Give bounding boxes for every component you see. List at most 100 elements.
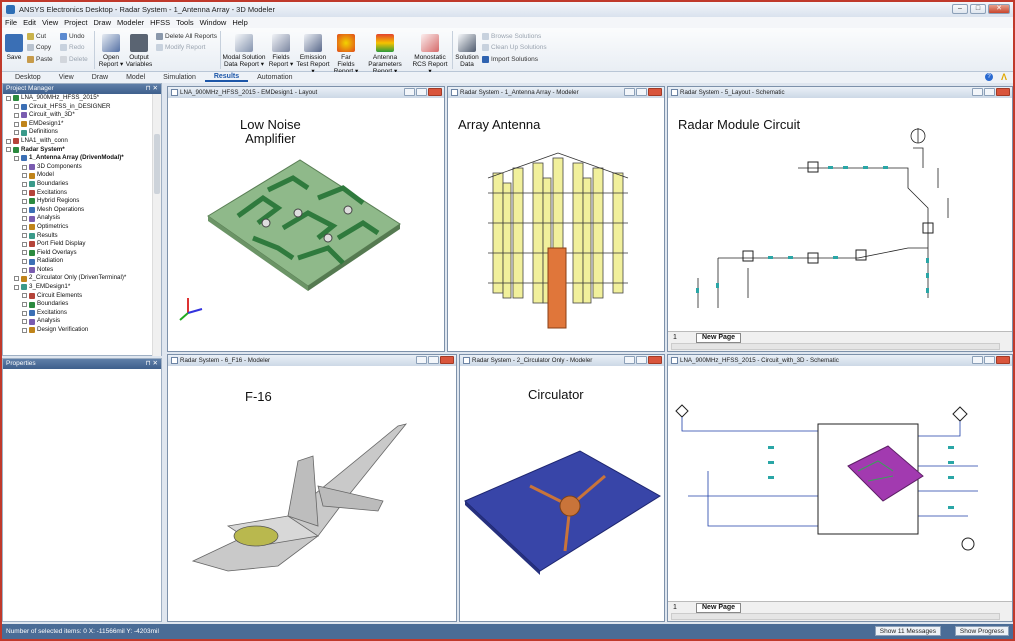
menu-project[interactable]: Project	[64, 18, 87, 27]
antenna-array-window[interactable]: Radar System - 1_Antenna Array - Modeler…	[447, 86, 665, 352]
browse-solutions-button[interactable]: Browse Solutions	[482, 33, 541, 40]
window-minimize-button[interactable]	[624, 356, 635, 364]
menu-file[interactable]: File	[5, 18, 17, 27]
expand-toggle-icon[interactable]	[22, 233, 27, 239]
expand-toggle-icon[interactable]	[22, 173, 27, 179]
window-restore-button[interactable]	[636, 88, 647, 96]
expand-toggle-icon[interactable]	[22, 207, 27, 213]
help-icon[interactable]: ?	[985, 73, 993, 81]
new-page-tab[interactable]: New Page	[696, 603, 742, 613]
scroll-thumb[interactable]	[154, 134, 160, 194]
menu-help[interactable]: Help	[232, 18, 247, 27]
expand-toggle-icon[interactable]	[14, 112, 19, 118]
tree-item[interactable]: Circuit Elements	[3, 292, 153, 301]
tree-item[interactable]: Field Overlays	[3, 249, 153, 258]
tree-item[interactable]: Boundaries	[3, 300, 153, 309]
modal-solution-report-button[interactable]: Modal Solution Data Report ▾	[222, 34, 266, 68]
expand-toggle-icon[interactable]	[22, 216, 27, 222]
maximize-button[interactable]: □	[970, 4, 986, 14]
tab-simulation[interactable]: Simulation	[154, 74, 205, 81]
undo-button[interactable]: Undo	[60, 33, 85, 40]
expand-toggle-icon[interactable]	[22, 302, 27, 308]
tree-item[interactable]: Radar System*	[3, 146, 153, 155]
tree-item[interactable]: LNA_900MHz_HFSS_2015*	[3, 94, 153, 103]
clean-up-solutions-button[interactable]: Clean Up Solutions	[482, 44, 547, 51]
open-report-button[interactable]: Open Report ▾	[98, 34, 124, 68]
tab-automation[interactable]: Automation	[248, 74, 301, 81]
window-titlebar[interactable]: Radar System - 5_Layout - Schematic	[668, 87, 1012, 98]
tab-draw[interactable]: Draw	[83, 74, 117, 81]
paste-button[interactable]: Paste	[27, 56, 53, 63]
redo-button[interactable]: Redo	[60, 44, 85, 51]
import-solutions-button[interactable]: Import Solutions	[482, 56, 538, 63]
new-page-tab[interactable]: New Page	[696, 333, 742, 343]
window-restore-button[interactable]	[416, 88, 427, 96]
save-button[interactable]: Save	[5, 34, 23, 61]
panel-close-icon[interactable]: ⊓ ✕	[146, 84, 158, 94]
expand-toggle-icon[interactable]	[22, 310, 27, 316]
tree-item[interactable]: Radiation	[3, 257, 153, 266]
monostatic-rcs-report-button[interactable]: Monostatic RCS Report ▾	[410, 34, 450, 75]
show-messages-button[interactable]: Show 11 Messages	[874, 626, 941, 636]
expand-toggle-icon[interactable]	[14, 104, 19, 110]
far-fields-report-button[interactable]: Far Fields Report ▾	[332, 34, 360, 75]
copy-button[interactable]: Copy	[27, 44, 51, 51]
window-titlebar[interactable]: Radar System - 2_Circulator Only - Model…	[460, 355, 664, 366]
window-titlebar[interactable]: Radar System - 1_Antenna Array - Modeler	[448, 87, 664, 98]
tree-item[interactable]: Design Verification	[3, 326, 153, 335]
window-restore-button[interactable]	[428, 356, 439, 364]
window-close-button[interactable]	[440, 356, 454, 364]
expand-toggle-icon[interactable]	[22, 327, 27, 333]
tree-item[interactable]: Circuit_HFSS_in_DESIGNER	[3, 103, 153, 112]
expand-toggle-icon[interactable]	[22, 250, 27, 256]
expand-toggle-icon[interactable]	[22, 241, 27, 247]
menu-edit[interactable]: Edit	[23, 18, 36, 27]
window-close-button[interactable]	[996, 356, 1010, 364]
modify-report-button[interactable]: Modify Report	[156, 44, 205, 51]
tree-item[interactable]: EMDesign1*	[3, 120, 153, 129]
window-restore-button[interactable]	[636, 356, 647, 364]
tab-model[interactable]: Model	[117, 74, 154, 81]
close-button[interactable]: ✕	[988, 4, 1010, 14]
window-close-button[interactable]	[428, 88, 442, 96]
panel-close-icon[interactable]: ⊓ ✕	[146, 359, 158, 369]
f16-modeler-window[interactable]: Radar System - 6_F16 - Modeler F-16	[167, 354, 457, 622]
lna-layout-window[interactable]: LNA_900MHz_HFSS_2015 - EMDesign1 - Layou…	[167, 86, 445, 352]
window-close-button[interactable]	[648, 88, 662, 96]
tab-view[interactable]: View	[50, 74, 83, 81]
expand-toggle-icon[interactable]	[14, 284, 19, 290]
circulator-modeler-window[interactable]: Radar System - 2_Circulator Only - Model…	[459, 354, 665, 622]
expand-toggle-icon[interactable]	[14, 155, 19, 161]
antenna-parameters-report-button[interactable]: Antenna Parameters Report ▾	[362, 34, 408, 75]
expand-toggle-icon[interactable]	[22, 319, 27, 325]
window-minimize-button[interactable]	[624, 88, 635, 96]
minimize-button[interactable]: –	[952, 4, 968, 14]
tree-item[interactable]: Model	[3, 171, 153, 180]
emission-test-report-button[interactable]: Emission Test Report ▾	[296, 34, 330, 75]
show-progress-button[interactable]: Show Progress	[954, 626, 1009, 636]
expand-toggle-icon[interactable]	[6, 138, 11, 144]
tree-item[interactable]: Boundaries	[3, 180, 153, 189]
tab-results[interactable]: Results	[204, 73, 249, 82]
tree-item[interactable]: 3_EMDesign1*	[3, 283, 153, 292]
expand-toggle-icon[interactable]	[14, 130, 19, 136]
menu-draw[interactable]: Draw	[94, 18, 112, 27]
menu-hfss[interactable]: HFSS	[150, 18, 170, 27]
window-titlebar[interactable]: Radar System - 6_F16 - Modeler	[168, 355, 456, 366]
tree-item[interactable]: 2_Circulator Only (DrivenTerminal)*	[3, 274, 153, 283]
tab-desktop[interactable]: Desktop	[6, 74, 50, 81]
window-minimize-button[interactable]	[972, 356, 983, 364]
expand-toggle-icon[interactable]	[6, 95, 11, 101]
menu-tools[interactable]: Tools	[176, 18, 194, 27]
horizontal-scrollbar[interactable]	[671, 343, 1000, 350]
window-titlebar[interactable]: LNA_900MHz_HFSS_2015 - Circuit_with_3D -…	[668, 355, 1012, 366]
expand-toggle-icon[interactable]	[22, 198, 27, 204]
horizontal-scrollbar[interactable]	[671, 613, 1000, 620]
window-minimize-button[interactable]	[416, 356, 427, 364]
expand-toggle-icon[interactable]	[22, 190, 27, 196]
tree-item[interactable]: Analysis	[3, 214, 153, 223]
solution-data-button[interactable]: Solution Data	[455, 34, 479, 68]
window-minimize-button[interactable]	[972, 88, 983, 96]
menu-window[interactable]: Window	[200, 18, 227, 27]
expand-toggle-icon[interactable]	[22, 293, 27, 299]
